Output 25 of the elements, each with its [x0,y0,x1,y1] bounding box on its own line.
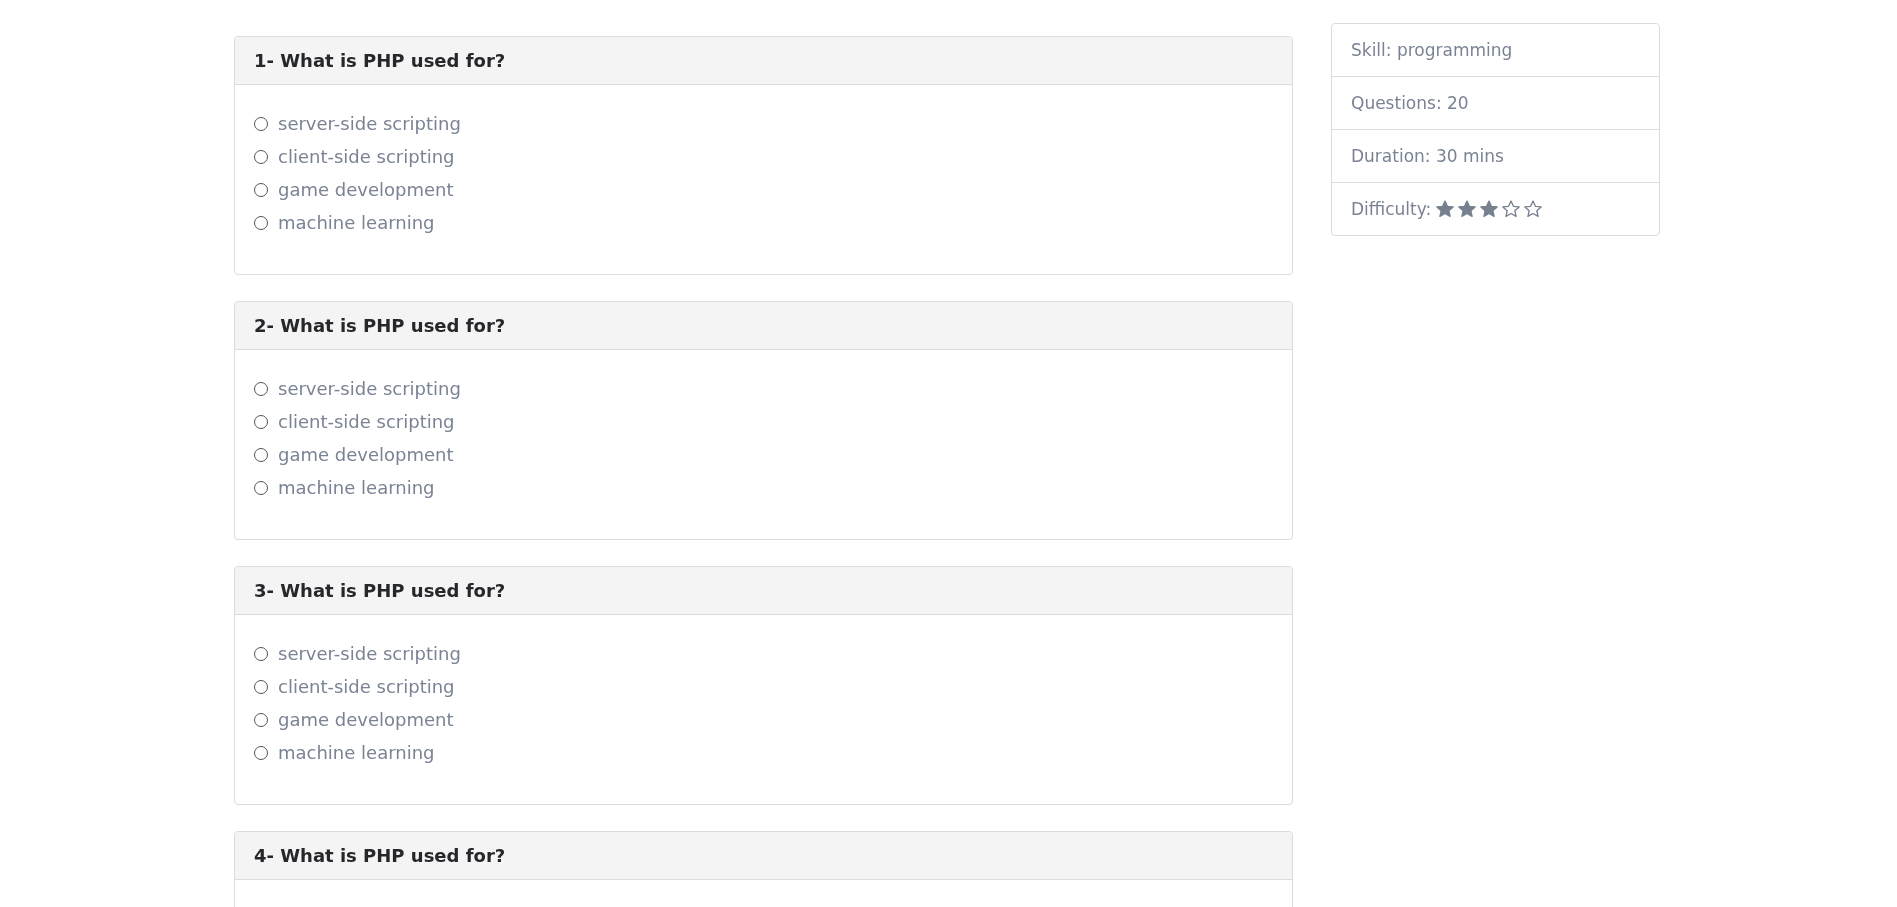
option-label[interactable]: game development [278,444,454,465]
filled-star-icon [1435,199,1456,219]
info-text: Questions: 20 [1351,93,1469,113]
question-title: 4- What is PHP used for? [254,845,506,866]
option-label[interactable]: server-side scripting [278,643,461,664]
question-title: 2- What is PHP used for? [254,315,506,336]
option-label[interactable]: machine learning [278,212,435,233]
empty-star-icon [1501,199,1522,219]
option-label[interactable]: server-side scripting [278,113,461,134]
info-text: Duration: 30 mins [1351,146,1504,166]
empty-star-icon [1523,199,1544,219]
filled-star-icon [1479,199,1500,219]
info-text: Skill: programming [1351,40,1513,60]
question-title: 1- What is PHP used for? [254,50,506,71]
option-label[interactable]: game development [278,179,454,200]
info-text: Difficulty: [1351,199,1432,219]
option-label[interactable]: machine learning [278,477,435,498]
option-label[interactable]: game development [278,709,454,730]
option-label[interactable]: machine learning [278,742,435,763]
option-label[interactable]: server-side scripting [278,378,461,399]
option-label[interactable]: client-side scripting [278,146,455,167]
filled-star-icon [1457,199,1478,219]
question-title: 3- What is PHP used for? [254,580,506,601]
option-label[interactable]: client-side scripting [278,411,455,432]
option-label[interactable]: client-side scripting [278,676,455,697]
